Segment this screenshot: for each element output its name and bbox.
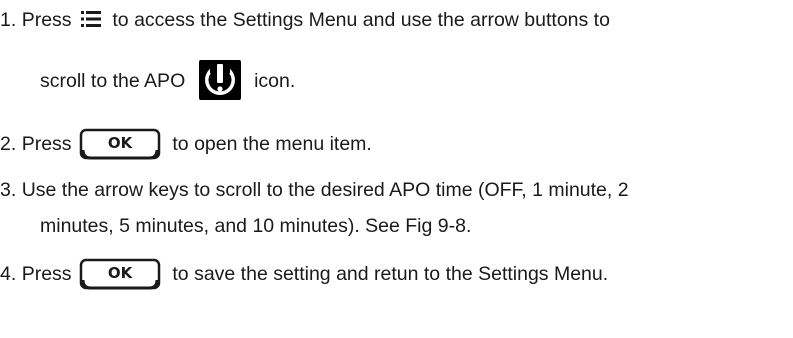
step-number: 1. [0,9,17,31]
step-text: to save the setting and retun to the Set… [172,263,609,285]
step-text: scroll to the APO [40,70,186,92]
step-text: to access the Settings Menu and use the … [112,9,610,31]
step-text: Use the arrow keys to scroll to the desi… [21,179,629,201]
step-2: 2. Press OK to open the menu item. [0,126,372,162]
settings-menu-icon [80,10,101,27]
ok-button-label: OK [108,134,134,152]
step-number: 3. [0,179,17,201]
step-4: 4. Press OK to save the setting and retu… [0,256,608,292]
ok-button-icon: OK [79,258,161,290]
step-text: minutes, 5 minutes, and 10 minutes). See… [40,215,472,237]
step-text: Press [21,133,72,155]
ok-button-icon: OK [79,128,161,160]
step-1-line-2: scroll to the APO icon. [40,59,296,102]
step-3-line-2: minutes, 5 minutes, and 10 minutes). See… [40,212,471,240]
step-number: 4. [0,263,17,285]
ok-button-label: OK [108,264,134,282]
step-text: Press [21,263,72,285]
step-text: to open the menu item. [172,133,372,155]
step-number: 2. [0,133,17,155]
step-text: Press [21,9,72,31]
apo-power-icon [198,59,241,100]
step-3-line-1: 3. Use the arrow keys to scroll to the d… [0,176,629,204]
step-text: icon. [254,70,296,92]
step-1-line-1: 1. Press to access the Settings Menu and… [0,6,610,34]
